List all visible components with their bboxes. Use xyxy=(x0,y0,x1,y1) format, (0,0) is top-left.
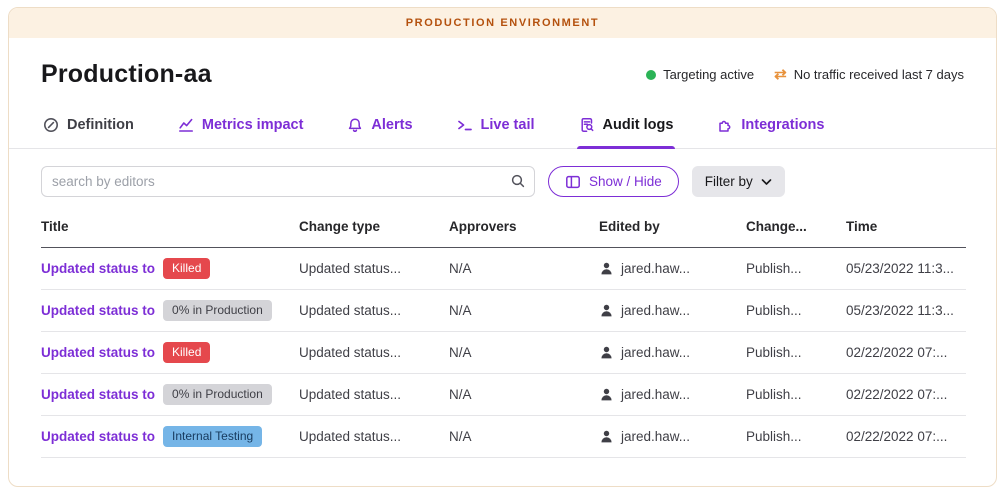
tab-label: Metrics impact xyxy=(202,117,304,133)
audit-entry-link[interactable]: Updated status to xyxy=(41,387,155,402)
tab-label: Live tail xyxy=(481,117,535,133)
environment-banner: PRODUCTION ENVIRONMENT xyxy=(9,8,996,38)
tab-integrations[interactable]: Integrations xyxy=(715,103,826,148)
table-row: Updated status to Killed Updated status.… xyxy=(41,248,966,290)
tab-label: Definition xyxy=(67,117,134,133)
edited-by-cell: jared.haw... xyxy=(621,345,690,360)
column-header-approvers: Approvers xyxy=(449,213,599,248)
search-input[interactable] xyxy=(41,166,535,197)
tab-label: Alerts xyxy=(371,117,412,133)
page-header: Production-aa Targeting active ⇄ No traf… xyxy=(9,38,996,97)
puzzle-icon xyxy=(717,117,733,133)
bell-icon xyxy=(347,117,363,133)
change-type-cell: Updated status... xyxy=(299,416,449,458)
approvers-cell: N/A xyxy=(449,248,599,290)
tab-bar: Definition Metrics impact Alerts xyxy=(9,97,996,149)
status-badge: Killed xyxy=(163,342,210,363)
approvers-cell: N/A xyxy=(449,332,599,374)
show-hide-label: Show / Hide xyxy=(589,174,662,189)
filter-by-label: Filter by xyxy=(705,174,753,189)
tab-live-tail[interactable]: Live tail xyxy=(455,103,537,148)
definition-icon xyxy=(43,117,59,133)
targeting-status: Targeting active xyxy=(646,67,754,82)
change-type-cell: Updated status... xyxy=(299,248,449,290)
tab-definition[interactable]: Definition xyxy=(41,103,136,148)
column-header-change: Change... xyxy=(746,213,846,248)
tab-label: Audit logs xyxy=(603,117,674,133)
status-badge: Killed xyxy=(163,258,210,279)
status-badge: Internal Testing xyxy=(163,426,262,447)
tab-metrics-impact[interactable]: Metrics impact xyxy=(176,103,306,148)
tab-audit-logs[interactable]: Audit logs xyxy=(577,103,676,148)
traffic-status: ⇄ No traffic received last 7 days xyxy=(774,67,964,82)
targeting-status-label: Targeting active xyxy=(663,67,754,82)
time-cell: 02/22/2022 07:... xyxy=(846,332,966,374)
column-header-edited-by: Edited by xyxy=(599,213,746,248)
person-icon xyxy=(599,429,614,444)
change-cell: Publish... xyxy=(746,248,846,290)
person-icon xyxy=(599,303,614,318)
column-header-change-type: Change type xyxy=(299,213,449,248)
tab-label: Integrations xyxy=(741,117,824,133)
column-header-title: Title xyxy=(41,213,299,248)
approvers-cell: N/A xyxy=(449,374,599,416)
search-icon xyxy=(510,173,526,189)
person-icon xyxy=(599,261,614,276)
columns-icon xyxy=(565,174,581,190)
audit-log-icon xyxy=(579,117,595,133)
status-badge: 0% in Production xyxy=(163,384,272,405)
edited-by-cell: jared.haw... xyxy=(621,429,690,444)
chevron-down-icon xyxy=(761,178,772,186)
person-icon xyxy=(599,345,614,360)
audit-log-table: Title Change type Approvers Edited by Ch… xyxy=(41,213,966,458)
table-toolbar: Show / Hide Filter by xyxy=(9,149,996,209)
approvers-cell: N/A xyxy=(449,416,599,458)
environment-card: PRODUCTION ENVIRONMENT Production-aa Tar… xyxy=(8,7,997,487)
table-row: Updated status to 0% in Production Updat… xyxy=(41,290,966,332)
show-hide-button[interactable]: Show / Hide xyxy=(548,166,679,197)
terminal-icon xyxy=(457,117,473,133)
column-header-time: Time xyxy=(846,213,966,248)
change-cell: Publish... xyxy=(746,416,846,458)
change-type-cell: Updated status... xyxy=(299,290,449,332)
table-header-row: Title Change type Approvers Edited by Ch… xyxy=(41,213,966,248)
edited-by-cell: jared.haw... xyxy=(621,303,690,318)
change-type-cell: Updated status... xyxy=(299,332,449,374)
time-cell: 02/22/2022 07:... xyxy=(846,416,966,458)
table-row: Updated status to Internal Testing Updat… xyxy=(41,416,966,458)
time-cell: 05/23/2022 11:3... xyxy=(846,248,966,290)
table-row: Updated status to 0% in Production Updat… xyxy=(41,374,966,416)
status-badge: 0% in Production xyxy=(163,300,272,321)
audit-entry-link[interactable]: Updated status to xyxy=(41,303,155,318)
status-group: Targeting active ⇄ No traffic received l… xyxy=(646,67,964,82)
change-cell: Publish... xyxy=(746,374,846,416)
audit-entry-link[interactable]: Updated status to xyxy=(41,261,155,276)
page-title: Production-aa xyxy=(41,60,212,89)
edited-by-cell: jared.haw... xyxy=(621,261,690,276)
search-wrapper xyxy=(41,166,535,197)
change-type-cell: Updated status... xyxy=(299,374,449,416)
table-row: Updated status to Killed Updated status.… xyxy=(41,332,966,374)
banner-label: PRODUCTION ENVIRONMENT xyxy=(406,17,599,29)
tab-alerts[interactable]: Alerts xyxy=(345,103,414,148)
change-cell: Publish... xyxy=(746,332,846,374)
traffic-arrows-icon: ⇄ xyxy=(774,67,787,82)
line-chart-icon xyxy=(178,117,194,133)
targeting-active-dot-icon xyxy=(646,70,656,80)
person-icon xyxy=(599,387,614,402)
filter-by-button[interactable]: Filter by xyxy=(692,166,785,197)
audit-entry-link[interactable]: Updated status to xyxy=(41,429,155,444)
approvers-cell: N/A xyxy=(449,290,599,332)
audit-entry-link[interactable]: Updated status to xyxy=(41,345,155,360)
change-cell: Publish... xyxy=(746,290,846,332)
edited-by-cell: jared.haw... xyxy=(621,387,690,402)
time-cell: 02/22/2022 07:... xyxy=(846,374,966,416)
traffic-status-label: No traffic received last 7 days xyxy=(794,67,964,82)
time-cell: 05/23/2022 11:3... xyxy=(846,290,966,332)
